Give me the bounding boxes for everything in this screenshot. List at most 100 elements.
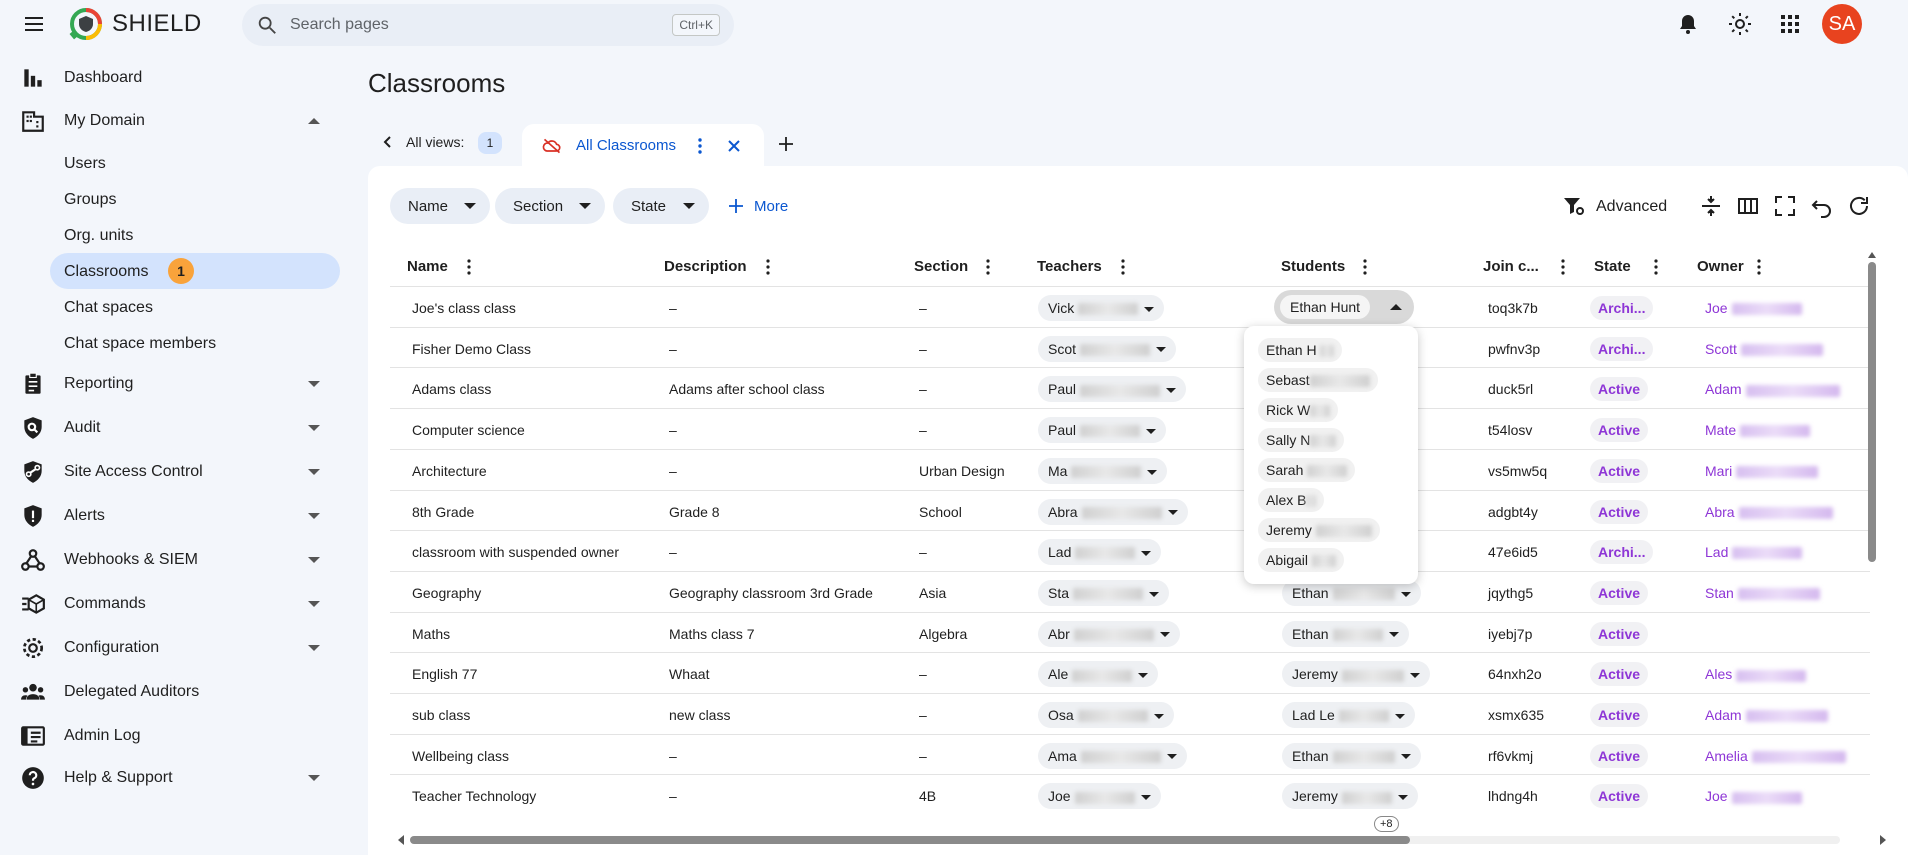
column-header-state[interactable]: State <box>1594 256 1674 280</box>
refresh-icon[interactable] <box>1847 194 1871 218</box>
owner-link[interactable]: Ales <box>1705 666 1807 682</box>
column-header-join-code[interactable]: Join c... <box>1483 256 1583 280</box>
student-option[interactable]: Sally N <box>1258 428 1345 452</box>
owner-link[interactable]: Adam <box>1705 381 1840 397</box>
undo-icon[interactable] <box>1810 194 1834 218</box>
owner-link[interactable]: Stan <box>1705 585 1820 601</box>
teacher-chip[interactable]: Abr <box>1038 620 1180 647</box>
sidebar-item-commands[interactable]: Commands <box>0 586 340 622</box>
close-icon[interactable] <box>724 136 744 156</box>
owner-link[interactable]: Joe <box>1705 300 1802 316</box>
teacher-chip[interactable]: Ama <box>1038 742 1187 769</box>
student-option[interactable]: Sarah <box>1258 458 1356 482</box>
owner-link[interactable]: Amelia <box>1705 748 1846 764</box>
student-chip[interactable]: Ethan <box>1282 620 1409 647</box>
column-header-name[interactable]: Name <box>407 256 607 280</box>
teacher-chip[interactable]: Joe <box>1038 783 1161 810</box>
chevron-up-icon[interactable] <box>1390 304 1402 310</box>
teacher-chip[interactable]: Abra <box>1038 498 1188 525</box>
vertical-scrollbar[interactable] <box>1866 250 1878 830</box>
more-students-badge[interactable]: +8 <box>1374 816 1399 832</box>
column-menu-icon[interactable] <box>1648 258 1664 276</box>
teacher-chip[interactable]: Scot <box>1038 335 1177 362</box>
search-input[interactable]: Search pages <box>290 16 389 34</box>
student-option[interactable]: Alex B <box>1258 488 1325 512</box>
scroll-thumb[interactable] <box>1868 262 1876 562</box>
tab-all-classrooms[interactable]: All Classrooms <box>522 124 764 168</box>
owner-link[interactable]: Abra <box>1705 504 1833 520</box>
sidebar-item-configuration[interactable]: Configuration <box>0 630 340 666</box>
student-option[interactable]: Rick W <box>1258 398 1339 422</box>
filter-section[interactable]: Section <box>495 188 605 224</box>
student-option[interactable]: Ethan H <box>1258 338 1343 362</box>
owner-link[interactable]: Adam <box>1705 707 1828 723</box>
student-chip[interactable]: Ethan <box>1282 742 1421 769</box>
sidebar-item-chat-spaces[interactable]: Chat spaces <box>50 289 340 325</box>
teacher-chip[interactable]: Sta <box>1038 579 1170 606</box>
more-vert-icon[interactable] <box>690 136 710 156</box>
sidebar-item-users[interactable]: Users <box>50 145 340 181</box>
student-chip[interactable]: Jeremy <box>1282 783 1418 810</box>
sidebar-item-site-access-control[interactable]: Site Access Control <box>0 454 340 490</box>
sidebar-item-alerts[interactable]: Alerts <box>0 498 340 534</box>
column-menu-icon[interactable] <box>760 258 776 276</box>
menu-icon[interactable] <box>22 12 46 36</box>
column-header-description[interactable]: Description <box>664 256 864 280</box>
owner-link[interactable]: Lad <box>1705 544 1803 560</box>
scroll-up-icon[interactable] <box>1867 250 1877 260</box>
filter-state[interactable]: State <box>613 188 709 224</box>
sidebar-item-help-support[interactable]: Help & Support <box>0 760 340 796</box>
teacher-chip[interactable]: Lad <box>1038 539 1162 566</box>
sidebar-item-org-units[interactable]: Org. units <box>50 217 340 253</box>
teacher-chip[interactable]: Paul <box>1038 417 1167 444</box>
students-chip-open[interactable]: Ethan Hunt <box>1274 290 1414 324</box>
sidebar-item-audit[interactable]: Audit <box>0 410 340 446</box>
column-menu-icon[interactable] <box>1751 258 1767 276</box>
teacher-chip[interactable]: Vick <box>1038 295 1165 321</box>
sidebar-item-reporting[interactable]: Reporting <box>0 366 340 402</box>
teacher-chip[interactable]: Osa <box>1038 702 1174 728</box>
column-header-students[interactable]: Students <box>1281 256 1401 280</box>
sidebar-item-classrooms[interactable]: Classrooms 1 <box>50 253 340 289</box>
search-bar[interactable]: Search pages Ctrl+K <box>242 4 734 46</box>
teacher-chip[interactable]: Ma <box>1038 457 1168 484</box>
column-header-teachers[interactable]: Teachers <box>1037 256 1157 280</box>
column-menu-icon[interactable] <box>1357 258 1373 276</box>
student-option[interactable]: Abigail <box>1258 548 1344 572</box>
all-views-label[interactable]: All views: <box>406 134 464 150</box>
scroll-right-icon[interactable] <box>1878 834 1888 846</box>
owner-link[interactable]: Mari <box>1705 463 1819 479</box>
column-menu-icon[interactable] <box>1555 258 1571 276</box>
theme-toggle-icon[interactable] <box>1728 12 1752 36</box>
filter-name[interactable]: Name <box>390 188 490 224</box>
student-chip[interactable]: Jeremy <box>1282 661 1430 688</box>
columns-icon[interactable] <box>1736 194 1760 218</box>
student-option[interactable]: Sebast <box>1258 368 1378 392</box>
column-header-section[interactable]: Section <box>914 256 1014 280</box>
sidebar-item-admin-log[interactable]: Admin Log <box>0 718 340 754</box>
apps-grid-icon[interactable] <box>1778 12 1802 36</box>
column-menu-icon[interactable] <box>461 258 477 276</box>
sidebar-item-webhooks-siem[interactable]: Webhooks & SIEM <box>0 542 340 578</box>
owner-link[interactable]: Joe <box>1705 788 1802 804</box>
column-menu-icon[interactable] <box>1115 258 1131 276</box>
sidebar-item-my-domain[interactable]: My Domain <box>0 103 340 139</box>
sidebar-item-groups[interactable]: Groups <box>50 181 340 217</box>
teacher-chip[interactable]: Paul <box>1038 376 1187 403</box>
column-header-owner[interactable]: Owner <box>1697 256 1797 280</box>
owner-link[interactable]: Scott <box>1705 341 1823 357</box>
avatar[interactable]: SA <box>1822 4 1862 44</box>
sidebar-item-delegated-auditors[interactable]: Delegated Auditors <box>0 674 340 710</box>
sidebar-item-chat-space-members[interactable]: Chat space members <box>50 325 340 361</box>
horizontal-scrollbar[interactable] <box>396 834 1886 846</box>
column-menu-icon[interactable] <box>980 258 996 276</box>
teacher-chip[interactable]: Ale <box>1038 661 1159 688</box>
sidebar-item-dashboard[interactable]: Dashboard <box>0 60 340 96</box>
notifications-icon[interactable] <box>1676 12 1700 36</box>
add-tab-icon[interactable] <box>776 134 796 154</box>
fullscreen-icon[interactable] <box>1773 194 1797 218</box>
student-option[interactable]: Jeremy <box>1258 518 1380 542</box>
chevron-left-icon[interactable] <box>380 134 396 150</box>
scroll-left-icon[interactable] <box>396 834 406 846</box>
owner-link[interactable]: Mate <box>1705 422 1811 438</box>
